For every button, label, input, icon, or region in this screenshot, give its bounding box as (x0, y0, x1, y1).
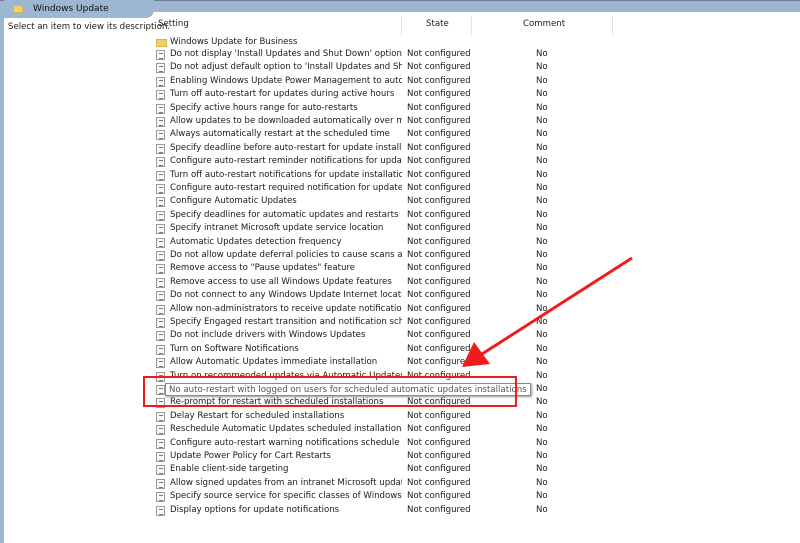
annotation-arrow (462, 256, 633, 367)
arrow-head (462, 342, 490, 367)
arrow-shaft (481, 256, 633, 356)
